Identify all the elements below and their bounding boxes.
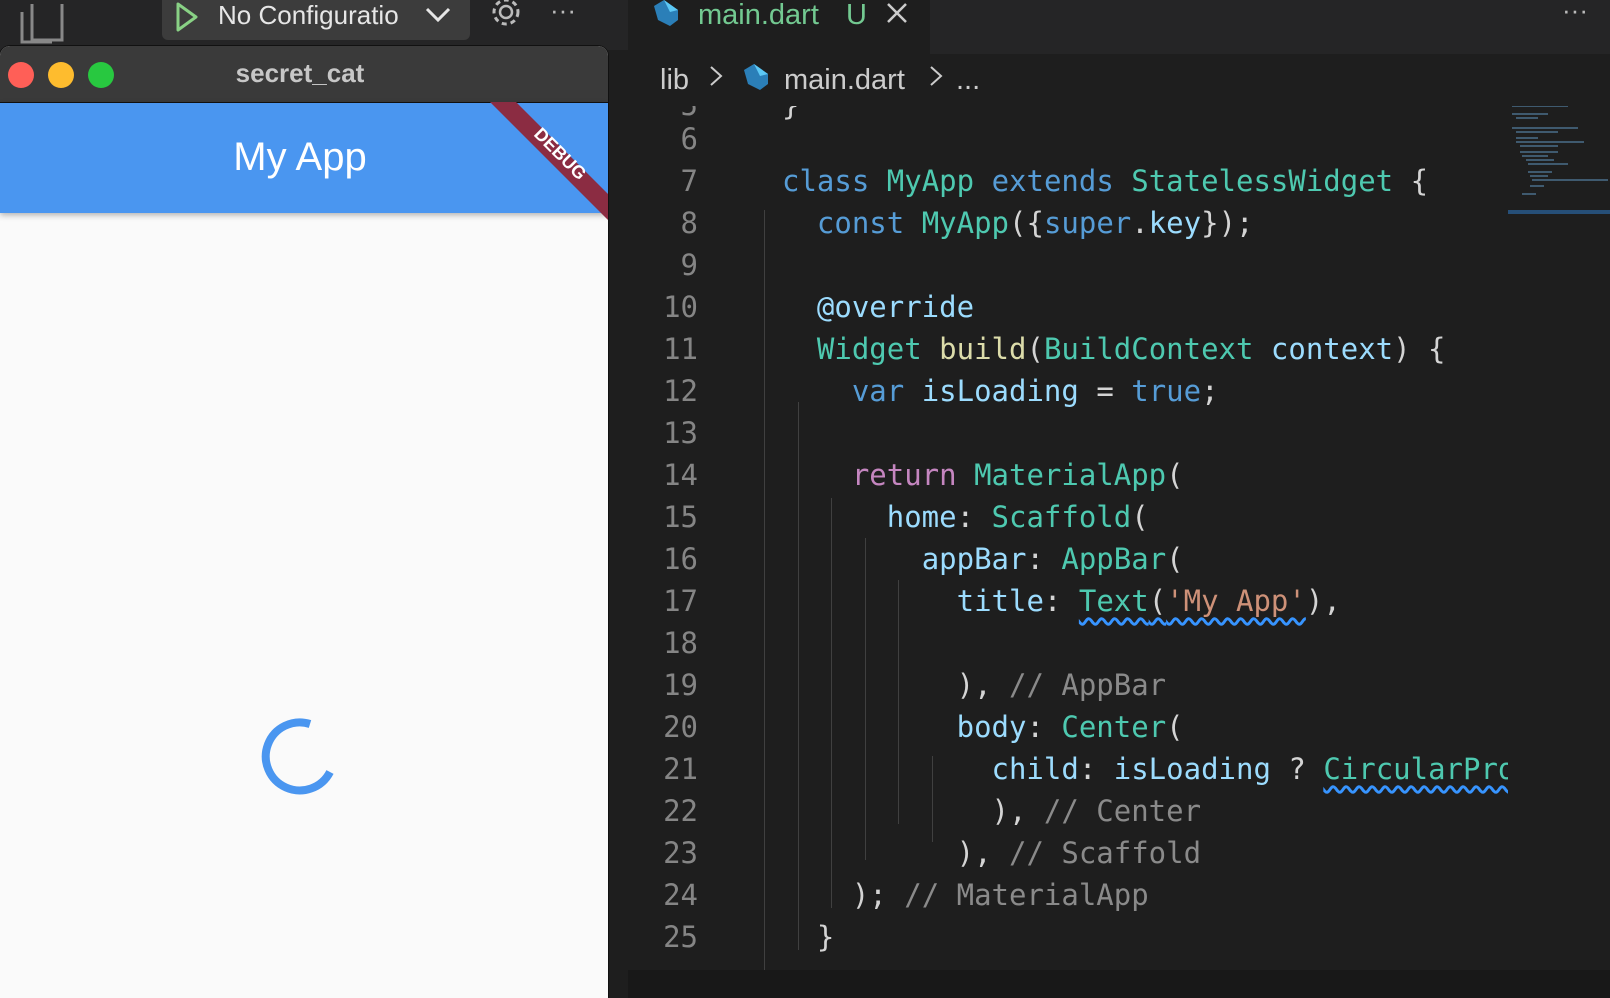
chevron-right-icon xyxy=(710,66,723,86)
code-line: 25 } xyxy=(628,920,1508,962)
loading-spinner xyxy=(261,718,334,795)
code-line: 22 ), // Center xyxy=(628,794,1508,836)
line-number: 21 xyxy=(663,752,698,786)
close-icon[interactable] xyxy=(884,0,910,26)
line-number: 24 xyxy=(663,878,698,912)
editor-more-actions-button[interactable]: ··· xyxy=(1562,0,1588,23)
more-actions-button[interactable]: ··· xyxy=(550,0,576,23)
line-number: 10 xyxy=(663,290,698,324)
code-line: 8 const MyApp({super.key}); xyxy=(628,206,1508,248)
code-line: 13 xyxy=(628,416,1508,458)
editor-tab-bar: main.dart U ··· xyxy=(628,0,1610,54)
tab-main-dart[interactable]: main.dart U xyxy=(628,0,930,54)
code-line: 10 @override xyxy=(628,290,1508,332)
code-line: 16 appBar: AppBar( xyxy=(628,542,1508,584)
play-icon[interactable] xyxy=(174,2,200,32)
line-number: 6 xyxy=(680,122,698,156)
breadcrumb: lib main.dart ... xyxy=(628,54,1610,106)
window-titlebar: secret_cat xyxy=(0,46,608,103)
window-title: secret_cat xyxy=(235,58,365,88)
breadcrumb-file[interactable]: main.dart xyxy=(784,64,905,97)
run-configuration-label: No Configuratio xyxy=(218,0,399,30)
line-number: 12 xyxy=(663,374,698,408)
code-line: 20 body: Center( xyxy=(628,710,1508,752)
line-number: 16 xyxy=(663,542,698,576)
line-number: 22 xyxy=(663,794,698,828)
gear-icon[interactable] xyxy=(488,0,524,30)
editor-footer xyxy=(628,970,1610,998)
code-line: 23 ), // Scaffold xyxy=(628,836,1508,878)
line-number: 23 xyxy=(663,836,698,870)
code-line: 19 ), // AppBar xyxy=(628,668,1508,710)
chevron-right-icon xyxy=(930,66,943,86)
breadcrumb-folder[interactable]: lib xyxy=(660,64,689,97)
code-line: 9 xyxy=(628,248,1508,290)
tab-filename: main.dart xyxy=(698,0,819,31)
line-number: 25 xyxy=(663,920,698,954)
title-toolbar: No Configuratio ··· xyxy=(0,0,628,50)
code-line: 15 home: Scaffold( xyxy=(628,500,1508,542)
run-configuration-dropdown[interactable]: No Configuratio xyxy=(162,0,470,40)
code-line: 6 xyxy=(628,122,1508,164)
code-line: 24 ); // MaterialApp xyxy=(628,878,1508,920)
line-number: 7 xyxy=(680,164,698,198)
line-number: 20 xyxy=(663,710,698,744)
line-number: 18 xyxy=(663,626,698,660)
code-line: 14 return MaterialApp( xyxy=(628,458,1508,500)
code-line: 17 title: Text('My App'), xyxy=(628,584,1508,626)
line-number: 5 xyxy=(628,106,698,122)
code-line: 11 Widget build(BuildContext context) { xyxy=(628,332,1508,374)
debug-banner-label: DEBUG xyxy=(530,124,590,184)
untracked-badge: U xyxy=(846,0,867,31)
chevron-down-icon[interactable] xyxy=(424,4,452,26)
dart-file-icon xyxy=(654,0,678,26)
explorer-icon[interactable] xyxy=(18,0,66,44)
code-line: 12 var isLoading = true; xyxy=(628,374,1508,416)
dart-file-icon xyxy=(744,64,768,90)
breadcrumb-symbols[interactable]: ... xyxy=(956,64,980,97)
debug-banner: DEBUG xyxy=(490,102,608,220)
line-number: 9 xyxy=(680,248,698,282)
line-number: 19 xyxy=(663,668,698,702)
line-number: 17 xyxy=(663,584,698,618)
line-number: 8 xyxy=(680,206,698,240)
code-editor[interactable]: 5} 6 7class MyApp extends StatelessWidge… xyxy=(628,106,1508,970)
line-number: 11 xyxy=(663,332,698,366)
line-number: 15 xyxy=(663,500,698,534)
code-line: 7 class MyApp extends StatelessWidget { xyxy=(628,164,1508,206)
line-number: 13 xyxy=(663,416,698,450)
minimap[interactable] xyxy=(1508,105,1610,970)
line-number: 14 xyxy=(663,458,698,492)
code-line: 18 xyxy=(628,626,1508,668)
simulator-window: secret_cat My App DEBUG xyxy=(0,46,608,998)
code-line: 21 child: isLoading ? CircularPro xyxy=(628,752,1508,794)
